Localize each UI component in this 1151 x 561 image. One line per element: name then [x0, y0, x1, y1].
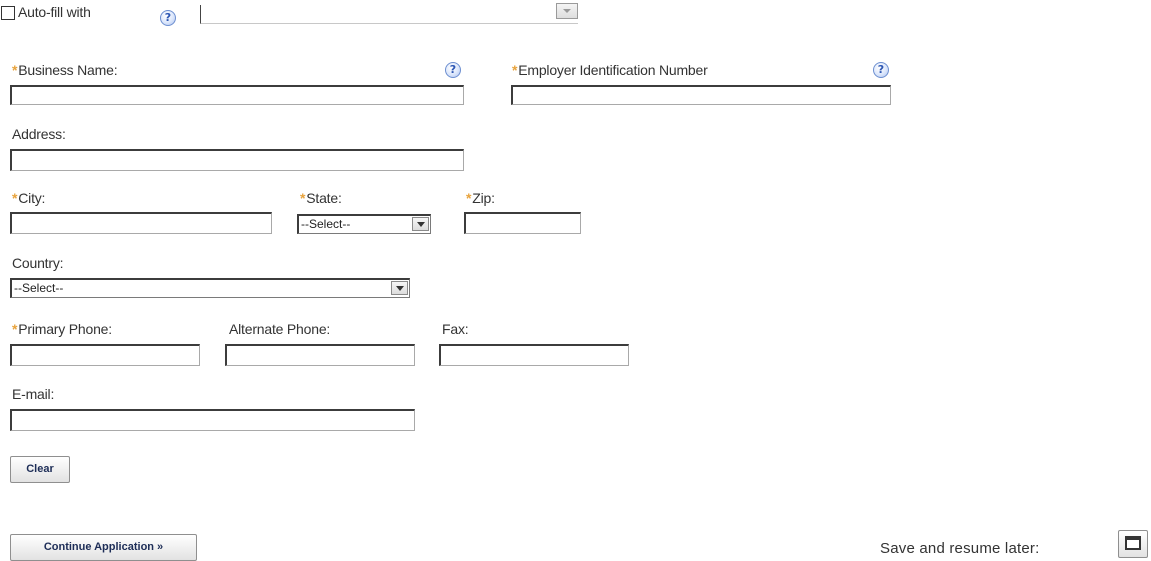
- autofill-help-icon[interactable]: ?: [160, 10, 176, 26]
- country-select[interactable]: --Select--: [10, 278, 410, 298]
- email-input[interactable]: [10, 409, 415, 431]
- required-marker: *: [12, 62, 18, 78]
- city-label: *City:: [12, 190, 45, 206]
- alternate-phone-input[interactable]: [225, 344, 415, 366]
- autofill-checkbox[interactable]: [1, 6, 15, 20]
- zip-input[interactable]: [464, 212, 581, 234]
- required-marker: *: [12, 321, 18, 337]
- business-name-input[interactable]: [10, 85, 464, 105]
- country-dropdown-arrow-icon[interactable]: [391, 281, 408, 295]
- ein-help-icon[interactable]: ?: [873, 62, 889, 78]
- autofill-label: Auto-fill with: [18, 4, 91, 20]
- city-label-text: City:: [18, 190, 46, 206]
- business-name-label: *Business Name:: [12, 62, 118, 78]
- autofill-select[interactable]: [200, 3, 578, 24]
- ein-label-text: Employer Identification Number: [518, 62, 708, 78]
- state-select-value: --Select--: [301, 217, 351, 231]
- required-marker: *: [512, 62, 518, 78]
- state-label-text: State:: [306, 190, 342, 206]
- country-label: Country:: [12, 255, 64, 271]
- required-marker: *: [466, 190, 472, 206]
- address-label: Address:: [12, 126, 66, 142]
- save-resume-button[interactable]: [1118, 530, 1148, 558]
- continue-application-button[interactable]: Continue Application »: [10, 534, 197, 561]
- primary-phone-label-text: Primary Phone:: [18, 321, 112, 337]
- primary-phone-label: *Primary Phone:: [12, 321, 112, 337]
- required-marker: *: [300, 190, 306, 206]
- ein-input[interactable]: [511, 85, 891, 105]
- email-label: E-mail:: [12, 386, 55, 402]
- clear-button[interactable]: Clear: [10, 456, 70, 483]
- state-label: *State:: [300, 190, 342, 206]
- business-name-help-icon[interactable]: ?: [445, 62, 461, 78]
- country-select-value: --Select--: [14, 281, 64, 295]
- required-marker: *: [12, 190, 18, 206]
- zip-label: *Zip:: [466, 190, 495, 206]
- save-resume-label: Save and resume later:: [880, 540, 1040, 557]
- fax-input[interactable]: [439, 344, 629, 366]
- alternate-phone-label: Alternate Phone:: [229, 321, 331, 337]
- state-select[interactable]: --Select--: [297, 214, 431, 234]
- state-dropdown-arrow-icon[interactable]: [412, 217, 429, 231]
- zip-label-text: Zip:: [472, 190, 495, 206]
- address-input[interactable]: [10, 149, 464, 171]
- city-input[interactable]: [10, 212, 272, 234]
- autofill-select-arrow[interactable]: [556, 3, 578, 19]
- business-name-label-text: Business Name:: [18, 62, 118, 78]
- primary-phone-input[interactable]: [10, 344, 200, 366]
- fax-label: Fax:: [442, 321, 469, 337]
- ein-label: *Employer Identification Number: [512, 62, 708, 78]
- window-icon: [1125, 536, 1141, 550]
